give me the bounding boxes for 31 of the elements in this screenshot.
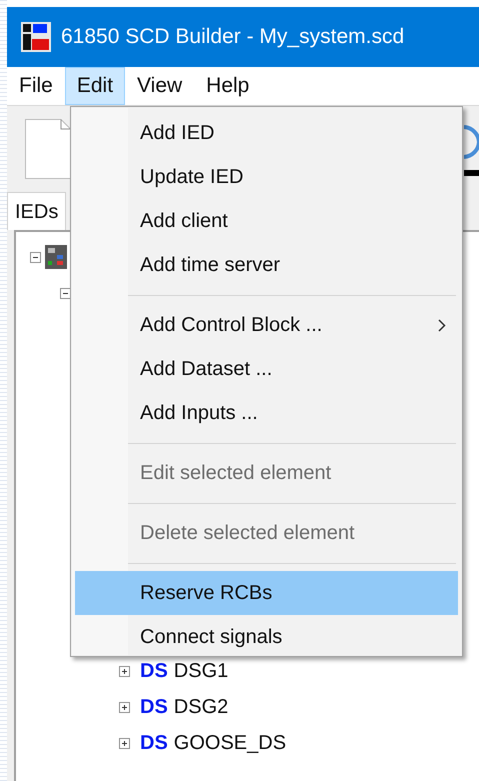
- dataset-type-label: DS: [140, 659, 168, 684]
- menu-bar-item[interactable]: File: [7, 67, 65, 105]
- globe-icon[interactable]: [464, 124, 479, 160]
- expand-icon[interactable]: [119, 666, 130, 676]
- menu-item[interactable]: Connect signals: [75, 615, 458, 659]
- tab[interactable]: IEDs: [7, 192, 66, 230]
- menu-item[interactable]: Add time server: [75, 243, 458, 287]
- dataset-type-label: DS: [140, 695, 168, 720]
- expand-icon[interactable]: [119, 702, 130, 712]
- tree-item[interactable]: GOOSE_DS: [174, 728, 286, 758]
- tree-item[interactable]: DSG2: [174, 692, 228, 722]
- menu-item[interactable]: Update IED: [75, 155, 458, 199]
- tree-item[interactable]: DSG1: [174, 656, 228, 686]
- menu-item[interactable]: Add client: [75, 199, 458, 243]
- menu-item[interactable]: Add Control Block ...: [75, 303, 458, 347]
- submenu-chevron-icon: [438, 318, 446, 332]
- window-title: 61850 SCD Builder - My_system.scd: [61, 24, 404, 50]
- menu-item[interactable]: Add Dataset ...: [75, 347, 458, 391]
- menu-item[interactable]: Reserve RCBs: [75, 571, 458, 615]
- menu-item[interactable]: Add IED: [75, 111, 458, 155]
- menu-bar-item[interactable]: Edit: [64, 67, 126, 105]
- device-icon: [45, 245, 67, 269]
- menu-bar-item[interactable]: View: [125, 67, 194, 105]
- document-icon[interactable]: [25, 119, 71, 179]
- expand-icon[interactable]: [119, 738, 130, 748]
- dataset-type-label: DS: [140, 731, 168, 756]
- app-icon: [21, 22, 51, 52]
- menu-item[interactable]: Add Inputs ...: [75, 391, 458, 435]
- collapse-icon[interactable]: [30, 252, 41, 262]
- menu-bar-item[interactable]: Help: [194, 67, 262, 105]
- collapse-icon[interactable]: [60, 288, 71, 298]
